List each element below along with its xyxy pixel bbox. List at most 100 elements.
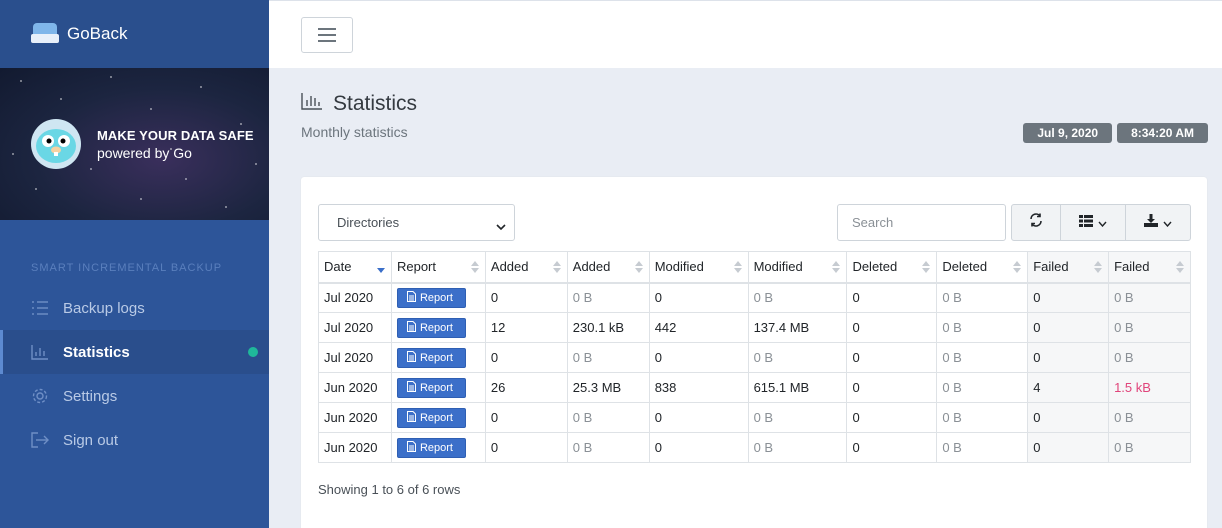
cell-date: Jun 2020 bbox=[318, 432, 392, 463]
cell-report: Report bbox=[390, 432, 486, 463]
sort-desc-icon bbox=[376, 268, 385, 273]
export-button[interactable] bbox=[1126, 205, 1190, 240]
column-header-added[interactable]: Added bbox=[484, 251, 568, 284]
cell-failed-size: 0 B bbox=[1108, 312, 1191, 343]
sort-icon bbox=[733, 261, 742, 273]
cell-modified-size: 137.4 MB bbox=[747, 312, 848, 343]
column-header-deleted[interactable]: Deleted bbox=[846, 251, 938, 284]
brand[interactable]: GoBack bbox=[0, 0, 269, 68]
cell-date: Jul 2020 bbox=[318, 342, 392, 373]
refresh-button[interactable] bbox=[1012, 205, 1061, 240]
column-header-modified[interactable]: Modified bbox=[648, 251, 749, 284]
table-toolbar bbox=[1011, 204, 1191, 241]
drive-icon bbox=[31, 23, 59, 45]
hero-banner: MAKE YOUR DATA SAFE powered by Go bbox=[0, 68, 269, 220]
sidebar-item-label: Statistics bbox=[63, 343, 130, 361]
cell-deleted-size: 0 B bbox=[936, 432, 1029, 463]
cell-modified-size: 0 B bbox=[747, 342, 848, 373]
report-button-label: Report bbox=[419, 291, 453, 304]
report-button[interactable]: Report bbox=[396, 437, 466, 458]
cell-deleted-size: 0 B bbox=[936, 312, 1029, 343]
cell-modified: 442 bbox=[648, 312, 749, 343]
cell-added-size: 25.3 MB bbox=[566, 372, 650, 403]
sidebar-item-label: Backup logs bbox=[63, 299, 145, 317]
report-button[interactable]: Report bbox=[396, 377, 466, 398]
cell-added-size: 0 B bbox=[566, 402, 650, 433]
column-header-report[interactable]: Report bbox=[390, 251, 486, 284]
report-button-label: Report bbox=[419, 411, 453, 424]
column-header-date[interactable]: Date bbox=[318, 251, 392, 284]
cell-date: Jul 2020 bbox=[318, 312, 392, 343]
cell-date: Jul 2020 bbox=[318, 282, 392, 313]
gopher-avatar bbox=[31, 119, 81, 169]
sidebar-item-settings[interactable]: Settings bbox=[0, 374, 269, 418]
table-row: Jun 2020 Report 0 0 B00 B00 B00 B bbox=[318, 402, 1191, 433]
sidebar-item-sign-out[interactable]: Sign out bbox=[0, 418, 269, 462]
chevron-down-icon bbox=[1098, 214, 1107, 232]
sidebar-item-label: Settings bbox=[63, 387, 118, 405]
file-icon bbox=[406, 320, 416, 335]
column-header-deleted-size[interactable]: Deleted bbox=[936, 251, 1029, 284]
cell-deleted-size: 0 B bbox=[936, 342, 1029, 373]
cell-added-size: 0 B bbox=[566, 432, 650, 463]
cell-added: 0 bbox=[484, 432, 568, 463]
table-row: Jun 2020 Report 26 25.3 MB 838 615.1 MB 0 0 B41… bbox=[318, 372, 1191, 403]
report-button[interactable]: Report bbox=[396, 407, 466, 428]
file-icon bbox=[406, 410, 416, 425]
datetime-badges: Jul 9, 2020 8:34:20 AM bbox=[1023, 123, 1208, 143]
report-button[interactable]: Report bbox=[396, 347, 466, 368]
cell-failed-size: 0 B bbox=[1108, 402, 1191, 433]
cell-deleted: 0 bbox=[846, 312, 938, 343]
cell-failed: 0 bbox=[1027, 432, 1110, 463]
sidebar-item-statistics[interactable]: Statistics bbox=[0, 330, 269, 374]
cell-added: 0 bbox=[484, 342, 568, 373]
sort-icon bbox=[1176, 261, 1184, 273]
cell-added: 12 bbox=[484, 312, 568, 343]
page-header: Statistics Monthly statistics bbox=[301, 92, 417, 140]
cell-added: 26 bbox=[484, 372, 568, 403]
cell-report: Report bbox=[390, 282, 486, 313]
sidebar-section-label: SMART INCREMENTAL BACKUP bbox=[31, 262, 223, 274]
hero-subtitle: powered by Go bbox=[97, 144, 192, 161]
cell-deleted: 0 bbox=[846, 432, 938, 463]
cell-modified-size: 0 B bbox=[747, 282, 848, 313]
cell-deleted-size: 0 B bbox=[936, 282, 1029, 313]
column-header-modified-size[interactable]: Modified bbox=[747, 251, 848, 284]
category-select[interactable]: Directories bbox=[318, 204, 515, 241]
cell-modified-size: 0 B bbox=[747, 432, 848, 463]
cell-report: Report bbox=[390, 342, 486, 373]
cell-failed: 4 bbox=[1027, 372, 1110, 403]
cell-added: 0 bbox=[484, 402, 568, 433]
active-indicator bbox=[248, 347, 258, 357]
bar-chart-icon bbox=[31, 343, 49, 361]
columns-toggle-button[interactable] bbox=[1061, 205, 1126, 240]
column-header-added-size[interactable]: Added bbox=[566, 251, 650, 284]
report-button[interactable]: Report bbox=[396, 287, 466, 308]
cell-report: Report bbox=[390, 312, 486, 343]
cell-report: Report bbox=[390, 372, 486, 403]
sidebar-item-backup-logs[interactable]: Backup logs bbox=[0, 286, 269, 330]
date-badge: Jul 9, 2020 bbox=[1023, 123, 1113, 143]
cell-modified: 0 bbox=[648, 432, 749, 463]
column-header-failed[interactable]: Failed bbox=[1027, 251, 1110, 284]
cell-failed: 0 bbox=[1027, 282, 1110, 313]
column-header-failed-size[interactable]: Failed bbox=[1108, 251, 1191, 284]
cell-added-size: 0 B bbox=[566, 342, 650, 373]
report-button[interactable]: Report bbox=[396, 317, 466, 338]
sort-icon bbox=[470, 261, 479, 273]
cell-deleted-size: 0 B bbox=[936, 372, 1029, 403]
menu-toggle-button[interactable] bbox=[301, 17, 353, 53]
statistics-table: Date Report Added Added Modified Modifie… bbox=[318, 251, 1191, 463]
sort-icon bbox=[1013, 261, 1022, 273]
cell-failed: 0 bbox=[1027, 312, 1110, 343]
search-input[interactable] bbox=[837, 204, 1006, 241]
sidebar-item-label: Sign out bbox=[63, 431, 119, 449]
gear-icon bbox=[31, 387, 49, 405]
table-row: Jul 2020 Report 12 230.1 kB 442 137.4 MB 0 0 B0… bbox=[318, 312, 1191, 343]
table-row: Jul 2020 Report 0 0 B00 B00 B00 B bbox=[318, 282, 1191, 313]
table-row: Jun 2020 Report 0 0 B00 B00 B00 B bbox=[318, 432, 1191, 463]
cell-failed-size: 1.5 kB bbox=[1108, 372, 1191, 403]
cell-report: Report bbox=[390, 402, 486, 433]
table-row: Jul 2020 Report 0 0 B00 B00 B00 B bbox=[318, 342, 1191, 373]
list-icon bbox=[31, 299, 49, 317]
